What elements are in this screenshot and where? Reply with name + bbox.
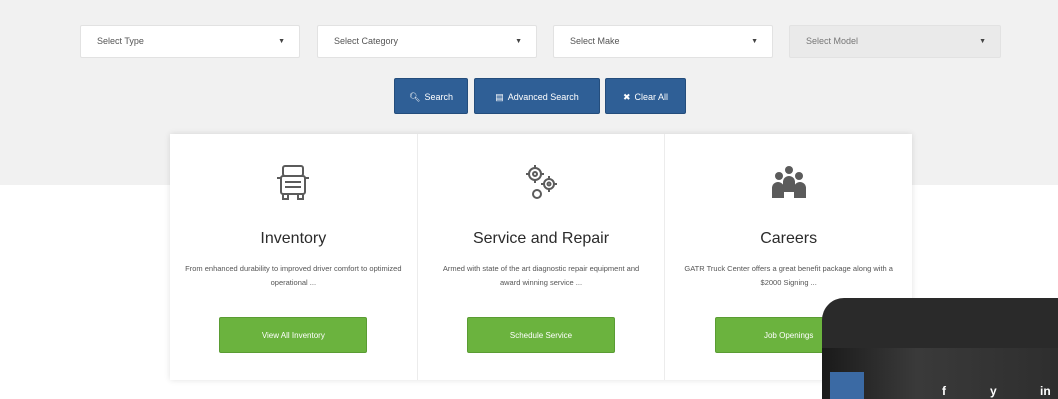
clear-all-button[interactable]: ✖ Clear All [605, 78, 686, 114]
facebook-icon[interactable]: f [942, 384, 946, 398]
search-button-label: Search [424, 92, 453, 102]
social-accent-block [830, 372, 864, 399]
category-select-label: Select Category [334, 36, 399, 46]
search-icon: 🔍︎ [409, 92, 421, 102]
search-button[interactable]: 🔍︎ Search [394, 78, 468, 114]
card-title: Careers [760, 230, 818, 247]
advanced-search-button[interactable]: ▤ Advanced Search [474, 78, 600, 114]
chevron-down-icon: ▼ [278, 38, 285, 45]
view-inventory-button[interactable]: View All Inventory [219, 317, 368, 353]
chevron-down-icon: ▼ [751, 38, 758, 45]
card-inventory: Inventory From enhanced durability to im… [170, 134, 418, 380]
chevron-down-icon: ▼ [979, 38, 986, 45]
model-select-label: Select Model [806, 36, 859, 46]
advanced-search-button-label: Advanced Search [507, 92, 579, 102]
model-select[interactable]: Select Model ▼ [789, 25, 1001, 58]
people-icon [771, 166, 806, 198]
calendar-icon: ▤ [495, 92, 504, 102]
twitter-icon[interactable]: y [990, 384, 997, 398]
category-select[interactable]: Select Category ▼ [317, 25, 537, 58]
chevron-down-icon: ▼ [515, 38, 522, 45]
linkedin-icon[interactable]: in [1040, 384, 1051, 398]
card-title: Service and Repair [472, 230, 610, 247]
gears-icon [526, 165, 557, 199]
type-select[interactable]: Select Type ▼ [80, 25, 300, 58]
make-select-label: Select Make [570, 36, 620, 46]
card-title: Inventory [260, 230, 327, 247]
schedule-service-button[interactable]: Schedule Service [467, 317, 615, 353]
card-description: From enhanced durability to improved dri… [185, 264, 402, 287]
clear-all-button-label: Clear All [634, 92, 669, 102]
card-description: Armed with state of the art diagnostic r… [442, 264, 640, 287]
card-service: Service and Repair Armed with state of t… [418, 134, 666, 380]
close-icon: ✖ [622, 92, 631, 102]
truck-icon [277, 165, 310, 200]
feature-cards: Inventory From enhanced durability to im… [170, 134, 912, 380]
card-description: GATR Truck Center offers a great benefit… [684, 264, 893, 287]
make-select[interactable]: Select Make ▼ [553, 25, 773, 58]
type-select-label: Select Type [97, 36, 144, 46]
